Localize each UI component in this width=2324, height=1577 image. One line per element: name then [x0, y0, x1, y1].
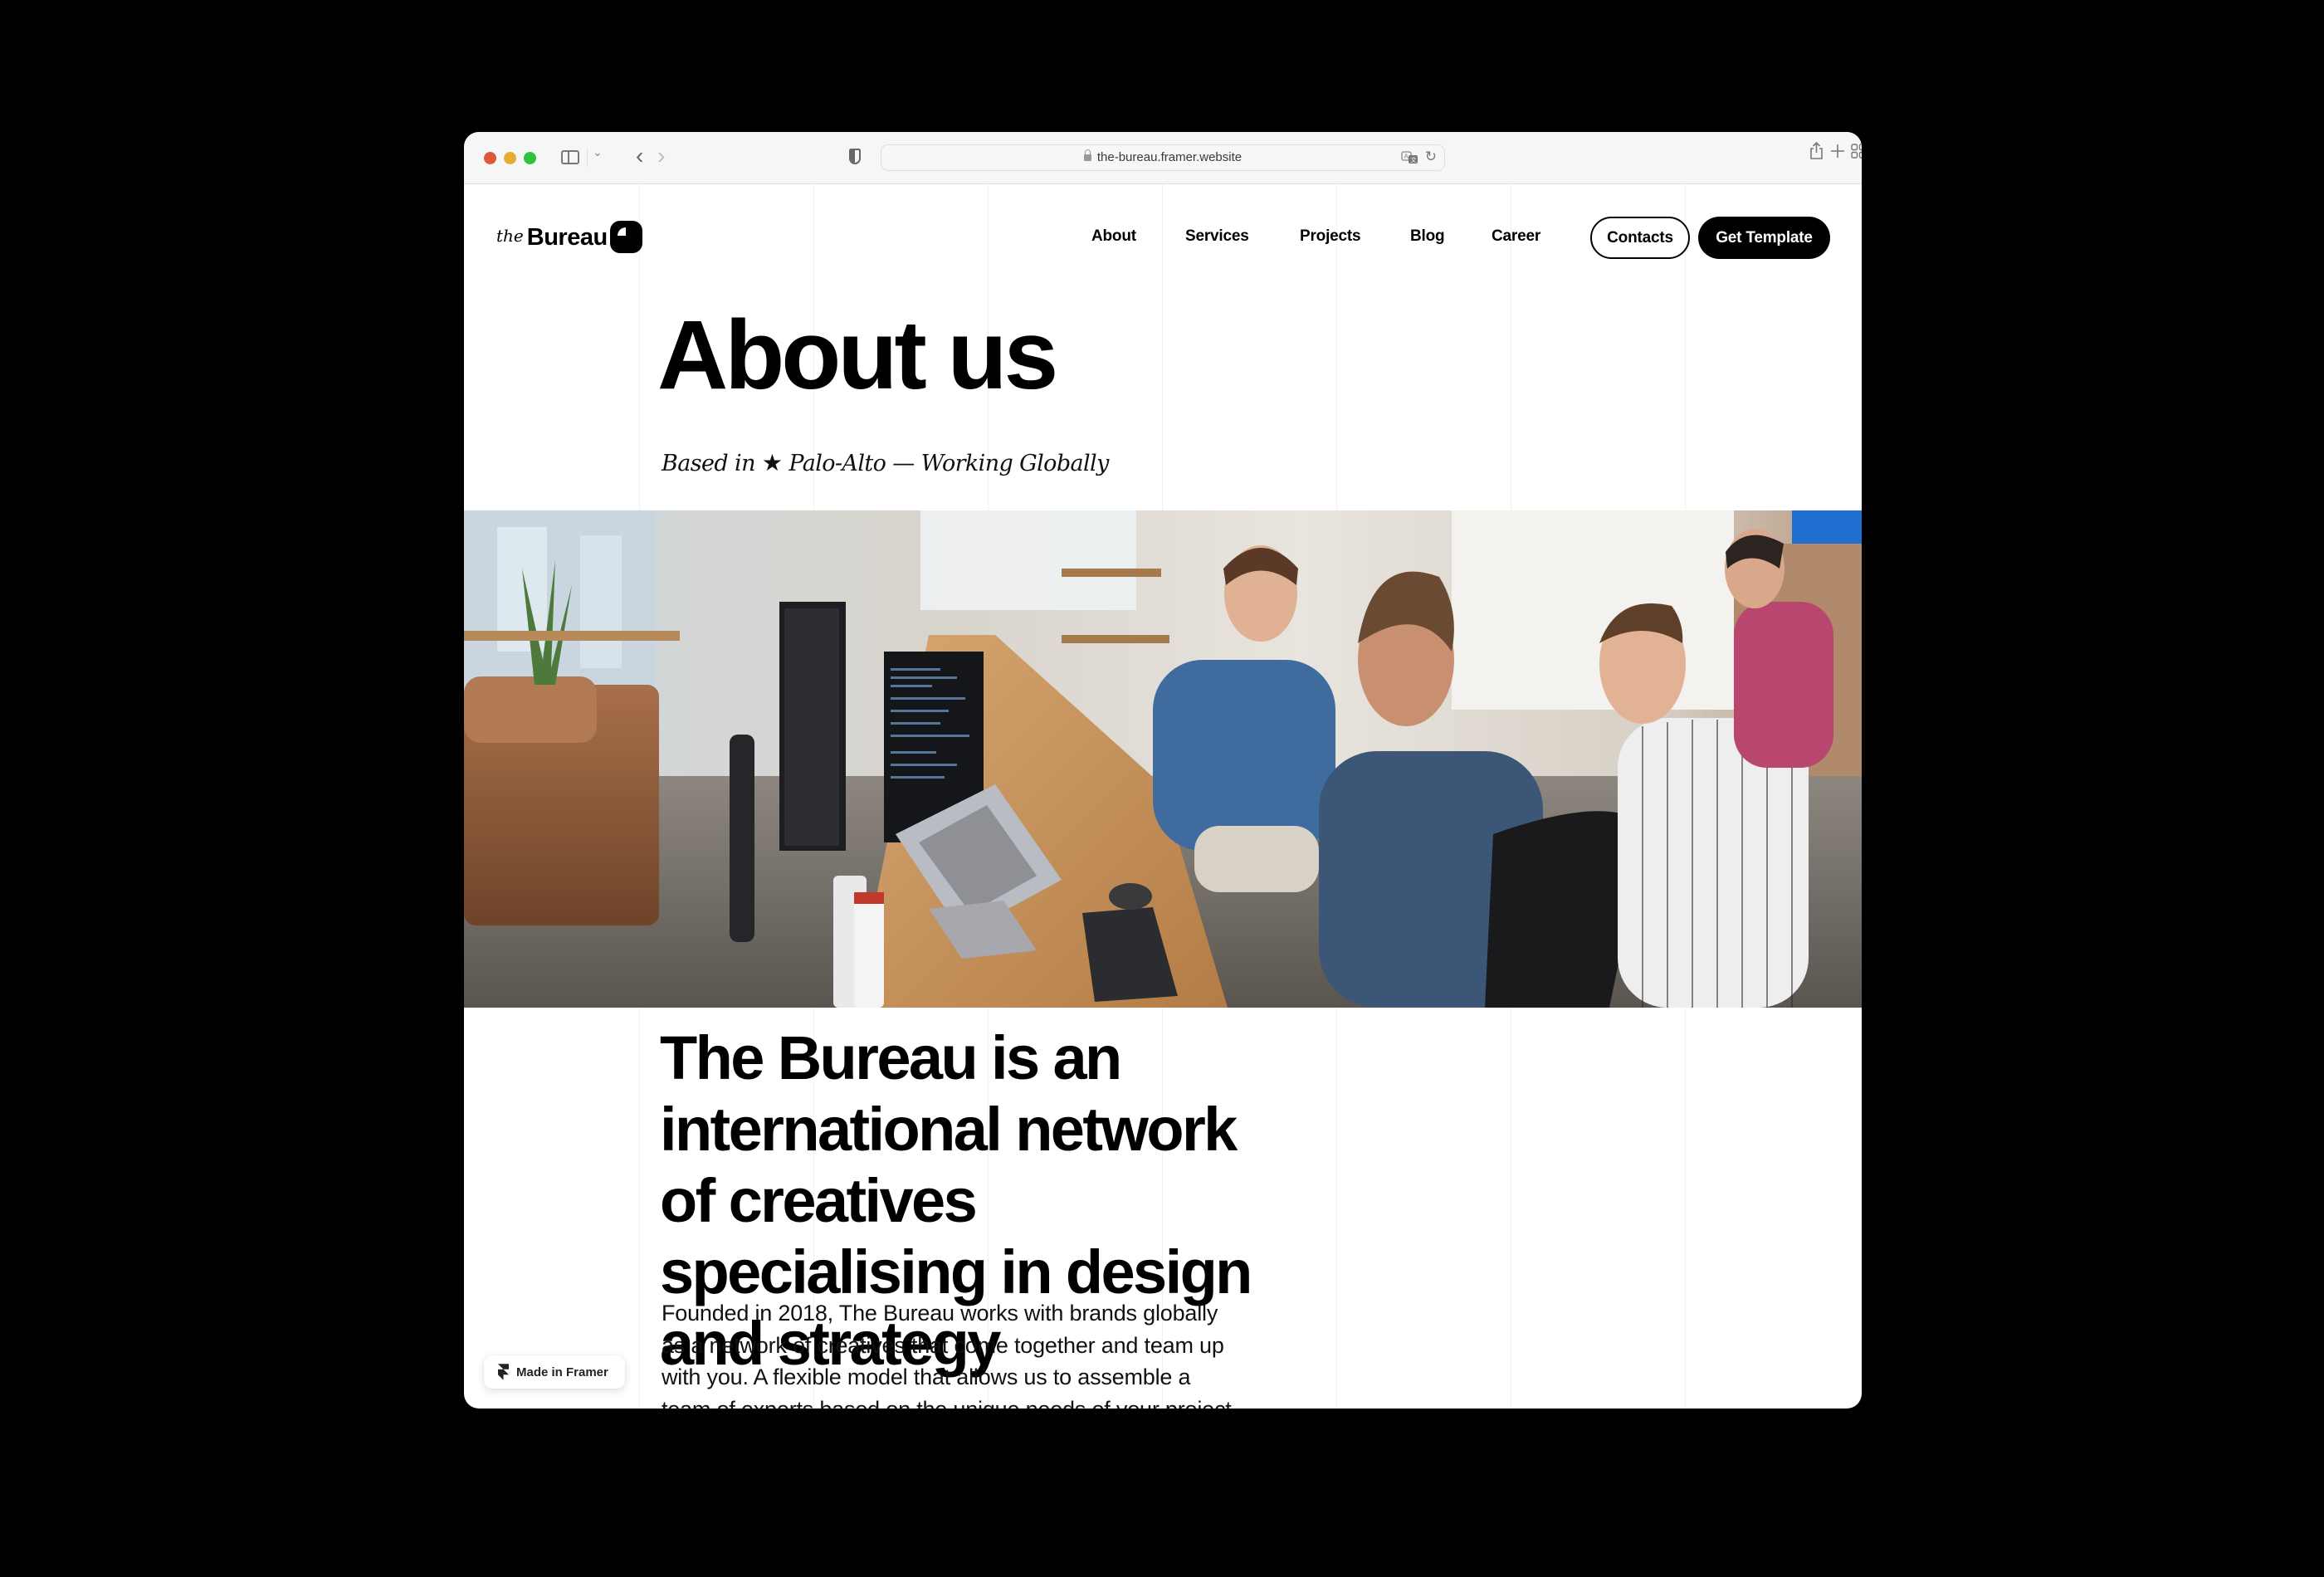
hero-subtitle: Based in ★ Palo-Alto — Working Globally: [662, 449, 1109, 476]
svg-text:A: A: [1404, 153, 1409, 160]
url-display[interactable]: the-bureau.framer.website: [881, 149, 1444, 164]
logo-mark-icon: [610, 221, 642, 253]
page-title: About us: [657, 300, 1058, 410]
star-icon: ★: [761, 449, 783, 476]
framer-logo-icon: [498, 1364, 509, 1380]
nav-career[interactable]: Career: [1492, 227, 1540, 246]
toolbar-divider: [587, 149, 588, 167]
forward-icon[interactable]: ›: [657, 143, 665, 169]
minimize-window-button[interactable]: [504, 152, 516, 164]
chevron-down-icon[interactable]: ⌄: [593, 145, 603, 159]
site-logo[interactable]: the Bureau: [496, 221, 642, 254]
nav-blog[interactable]: Blog: [1410, 227, 1445, 246]
back-icon[interactable]: ‹: [636, 143, 643, 169]
browser-window: ⌄ ‹ › the-bureau.framer.website A 文 ↻ th…: [464, 132, 1862, 1409]
share-icon[interactable]: [1809, 141, 1824, 164]
new-tab-icon[interactable]: [1830, 144, 1845, 163]
badge-label: Made in Framer: [516, 1365, 608, 1379]
intro-body: Founded in 2018, The Bureau works with b…: [662, 1301, 1238, 1409]
subtitle-prefix: Based in: [662, 451, 755, 476]
address-bar[interactable]: the-bureau.framer.website A 文 ↻: [881, 144, 1445, 171]
browser-toolbar: ⌄ ‹ › the-bureau.framer.website A 文 ↻: [464, 132, 1862, 184]
logo-prefix: the: [496, 226, 524, 246]
subtitle-location: Palo-Alto — Working Globally: [788, 451, 1109, 476]
hero-image: [464, 510, 1862, 1008]
get-template-button[interactable]: Get Template: [1698, 217, 1830, 259]
zoom-window-button[interactable]: [524, 152, 536, 164]
reload-icon[interactable]: ↻: [1425, 149, 1437, 165]
tab-overview-icon[interactable]: [1851, 144, 1862, 163]
translate-icon[interactable]: A 文: [1401, 151, 1419, 167]
shield-icon[interactable]: [849, 149, 861, 164]
web-page: the Bureau About Services Projects Blog …: [464, 184, 1862, 1409]
close-window-button[interactable]: [484, 152, 496, 164]
made-in-framer-badge[interactable]: Made in Framer: [484, 1355, 625, 1389]
logo-name: Bureau: [526, 223, 608, 251]
contacts-button[interactable]: Contacts: [1590, 217, 1690, 259]
sidebar-icon[interactable]: [561, 150, 579, 164]
nav-services[interactable]: Services: [1185, 227, 1249, 246]
url-text: the-bureau.framer.website: [1096, 150, 1243, 164]
nav-about[interactable]: About: [1091, 227, 1136, 246]
nav-projects[interactable]: Projects: [1300, 227, 1361, 246]
lock-icon: [1083, 149, 1091, 161]
